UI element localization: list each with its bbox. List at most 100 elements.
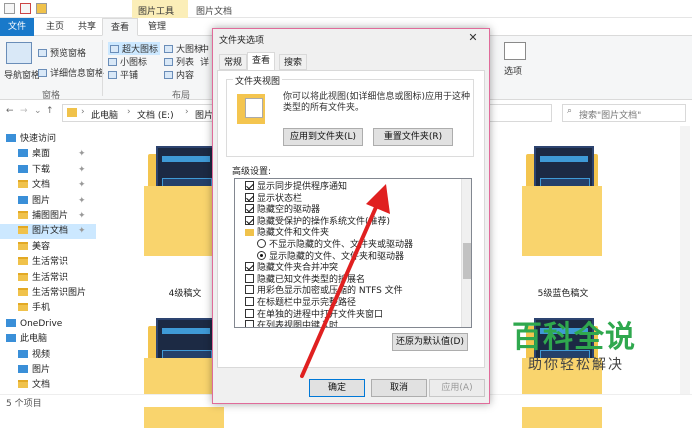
layout-icon (108, 58, 117, 66)
back-arrow-icon[interactable]: ← (6, 106, 14, 116)
sidebar-item[interactable]: 此电脑 (0, 332, 96, 347)
ok-button[interactable]: 确定 (309, 379, 365, 397)
layout-icon (164, 45, 173, 53)
sidebar-item[interactable]: 手机 (0, 301, 96, 316)
sidebar-item[interactable]: 文档 ✦ (0, 178, 96, 193)
new-folder-icon[interactable] (36, 3, 47, 14)
sidebar-item[interactable]: 视频 (0, 348, 96, 363)
details-pane-button[interactable]: 详细信息窗格 (38, 66, 104, 79)
layout-list[interactable]: 列表 (164, 55, 194, 68)
arrow-head (366, 184, 390, 214)
folder-thumbnail[interactable] (144, 146, 224, 256)
pin-icon[interactable]: ✦ (78, 147, 86, 162)
sidebar-item[interactable]: 下载 ✦ (0, 163, 96, 178)
preview-pane-button[interactable]: 预览窗格 (38, 46, 86, 59)
tab-view-dialog[interactable]: 查看 (247, 52, 276, 71)
sidebar-item-label: 生活常识 (32, 272, 69, 283)
location-icon (18, 349, 28, 358)
tab-view[interactable]: 查看 (102, 18, 139, 36)
checkbox-icon (245, 308, 254, 318)
breadcrumb-chevron-icon: › (185, 107, 189, 117)
nav-pane-button[interactable]: 导航窗格 (4, 68, 40, 81)
layout-details[interactable]: 详 (200, 55, 209, 68)
up-arrow-icon[interactable]: ↑ (46, 106, 54, 116)
options-icon[interactable] (504, 42, 526, 60)
nav-pane-icon[interactable] (6, 42, 32, 64)
search-input[interactable]: ⌕ 搜索"图片文档" (562, 104, 686, 122)
sidebar-item[interactable]: 生活常识 (0, 271, 96, 286)
pin-icon[interactable]: ✦ (78, 178, 86, 193)
watermark-title: 百科全说 (512, 320, 636, 355)
sidebar-item[interactable]: 图片文档 ✦ (0, 224, 96, 240)
layout-medium-icons[interactable]: 中 (200, 42, 209, 55)
pin-icon[interactable]: ✦ (78, 224, 86, 239)
layout-label: 大图标 (176, 45, 204, 55)
pin-icon[interactable]: ✦ (78, 209, 86, 224)
scrollbar-thumb[interactable] (463, 243, 471, 279)
window-title: 图片文档 (196, 7, 233, 17)
app-icon[interactable] (4, 3, 15, 14)
layout-icon (164, 58, 173, 66)
reset-folders-button[interactable]: 重置文件夹(R) (373, 128, 453, 146)
layout-content[interactable]: 内容 (164, 68, 194, 81)
location-icon (6, 334, 16, 343)
sidebar-item[interactable]: 图片 (0, 363, 96, 378)
tab-search[interactable]: 搜索 (279, 54, 308, 70)
sidebar-item[interactable]: 文档 (0, 378, 96, 393)
forward-arrow-icon[interactable]: → (20, 106, 28, 116)
folder-views-group: 文件夹视图 你可以将此视图(如详细信息或图标)应用于这种类型的所有文件夹。 应用… (226, 74, 474, 157)
folder-icon (67, 108, 77, 117)
sidebar-item-label: OneDrive (20, 318, 63, 329)
sidebar-item-label: 生活常识 (32, 257, 69, 268)
folder-thumbnail[interactable] (144, 318, 224, 428)
sidebar-item[interactable]: 桌面 ✦ (0, 147, 96, 162)
tab-share[interactable]: 共享 (70, 18, 104, 36)
list-scrollbar[interactable] (461, 179, 471, 327)
sidebar-item[interactable]: 生活常识 (0, 255, 96, 270)
tab-file[interactable]: 文件 (0, 18, 34, 36)
radio-icon (257, 250, 266, 260)
apply-button[interactable]: 应用(A) (429, 379, 485, 397)
annotation-arrow (300, 184, 390, 378)
close-icon[interactable]: ✕ (463, 31, 483, 45)
apply-to-folders-button[interactable]: 应用到文件夹(L) (283, 128, 363, 146)
sidebar-item[interactable]: 捕图图片 ✦ (0, 209, 96, 224)
layout-small-icons[interactable]: 小图标 (108, 55, 147, 68)
breadcrumb-chevron-icon: › (81, 107, 85, 117)
layout-extra-large-icons[interactable]: 超大图标 (108, 42, 161, 55)
pin-icon[interactable]: ✦ (78, 163, 86, 178)
tab-general[interactable]: 常规 (219, 54, 248, 70)
sidebar-item[interactable]: 图片 ✦ (0, 194, 96, 209)
sidebar-item[interactable]: OneDrive (0, 317, 96, 332)
layout-label: 中 (200, 45, 210, 55)
cancel-button[interactable]: 取消 (371, 379, 427, 397)
checkbox-icon (245, 285, 254, 295)
tab-manage[interactable]: 管理 (140, 18, 174, 36)
vertical-scrollbar[interactable] (680, 126, 690, 394)
sidebar-item[interactable]: 生活常识图片 (0, 286, 96, 301)
tab-home[interactable]: 主页 (38, 18, 72, 36)
layout-large-icons[interactable]: 大图标 (164, 42, 203, 55)
sidebar-item-label: 此电脑 (20, 334, 48, 345)
recent-chevron-icon[interactable]: ⌄ (34, 106, 42, 116)
checkbox-icon (245, 320, 254, 327)
layout-label: 列表 (176, 58, 195, 68)
pin-icon[interactable]: ✦ (78, 194, 86, 209)
checkbox-icon (245, 181, 254, 190)
file-name[interactable]: 5级蓝色稿文 (518, 286, 608, 299)
sidebar-item[interactable]: 美容 (0, 240, 96, 255)
breadcrumb-this-pc[interactable]: 此电脑 (91, 108, 118, 121)
restore-defaults-button[interactable]: 还原为默认值(D) (392, 333, 468, 351)
sidebar-item-label: 文档 (32, 380, 51, 391)
folder-icon (245, 229, 254, 237)
properties-icon[interactable] (20, 3, 31, 14)
sidebar-item-label: 美容 (32, 241, 51, 252)
location-icon (18, 149, 28, 158)
layout-tiles[interactable]: 平铺 (108, 68, 138, 81)
options-button[interactable]: 选项 (504, 64, 522, 77)
sidebar-item-label: 文档 (32, 180, 51, 191)
folder-thumbnail[interactable] (522, 146, 602, 256)
layout-icon (164, 71, 173, 79)
sidebar-item[interactable]: 快速访问 (0, 132, 96, 147)
breadcrumb-drive[interactable]: 文档 (E:) (137, 108, 174, 121)
